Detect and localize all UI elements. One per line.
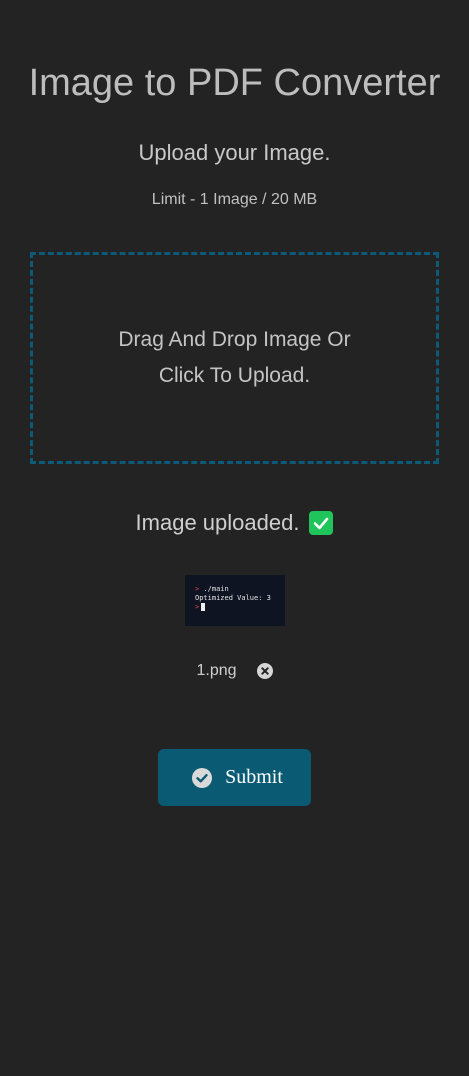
submit-button[interactable]: Submit <box>158 749 311 806</box>
check-circle-icon <box>192 767 213 788</box>
upload-subtitle: Upload your Image. <box>138 140 331 165</box>
preview-line: > <box>195 603 206 611</box>
preview-line: > ./main <box>195 585 229 593</box>
dropzone-instructions: Drag And Drop Image Or Click To Upload. <box>95 322 375 394</box>
dropzone-line-1: Drag And Drop Image Or <box>118 328 351 351</box>
check-square-icon <box>309 511 334 535</box>
page-title: Image to PDF Converter <box>28 62 441 104</box>
uploaded-file-item: 1.png <box>0 662 469 680</box>
preview-line: Optimized Value: 3 <box>195 594 271 602</box>
submit-label: Submit <box>225 766 283 788</box>
image-dropzone[interactable]: Drag And Drop Image Or Click To Upload. <box>30 252 439 464</box>
image-preview-thumbnail: > ./main Optimized Value: 3 > <box>185 575 285 626</box>
upload-limit-text: Limit - 1 Image / 20 MB <box>151 191 318 208</box>
cursor-block <box>201 603 206 611</box>
upload-status: Image uploaded. <box>0 510 469 536</box>
file-name: 1.png <box>196 662 237 679</box>
upload-status-text: Image uploaded. <box>135 510 300 535</box>
dropzone-line-2: Click To Upload. <box>158 364 311 387</box>
close-circle-icon[interactable] <box>256 663 273 679</box>
